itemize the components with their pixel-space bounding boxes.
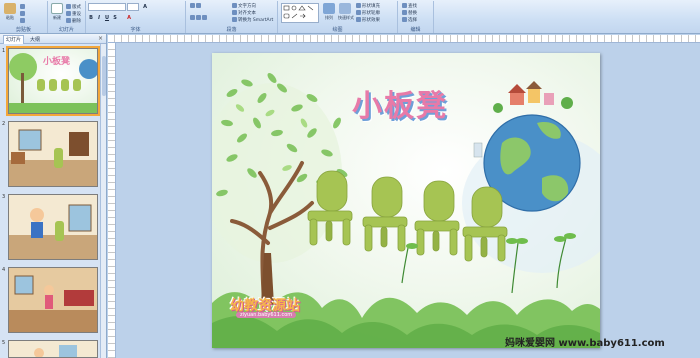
delete-button[interactable]: 删除 (66, 18, 81, 24)
layout-icon (66, 4, 71, 9)
reset-icon (66, 11, 71, 16)
underline-button[interactable]: U (104, 15, 110, 21)
paste-icon (4, 3, 16, 14)
brush-icon (20, 18, 25, 23)
font-name-dropdown[interactable] (88, 3, 126, 11)
slide-thumbnail[interactable]: 小板凳 (6, 46, 100, 116)
logo-url: ziyuan.baby611.com (236, 312, 297, 318)
thumbnail-scrollbar[interactable] (100, 44, 106, 358)
slide-3-preview (9, 195, 97, 259)
fill-icon (356, 3, 361, 8)
arrange-icon (323, 3, 335, 14)
paragraph-group: 文字方向 对齐文本 转换为 SmartArt 段落 (186, 1, 278, 33)
align-right-icon (202, 15, 207, 20)
grow-font-button[interactable]: A (142, 4, 148, 10)
drawing-group: 排列 快速样式 形状填充 形状轮廓 形状效果 绘图 (278, 1, 398, 33)
format-painter-button[interactable] (20, 18, 26, 24)
slide-4-preview (9, 268, 97, 332)
font-size-dropdown[interactable] (127, 3, 139, 11)
close-icon[interactable]: × (98, 35, 103, 42)
slide-5-preview (9, 341, 97, 357)
tab-outline[interactable]: 大纲 (30, 36, 40, 43)
quick-styles-icon (339, 3, 351, 14)
slides-pane: 幻灯片 大纲 × 1 小板凳 2 3 4 5 (0, 34, 107, 358)
select-button[interactable]: 选择 (402, 17, 417, 23)
smartart-icon (232, 17, 237, 22)
slide-1-preview: 小板凳 (9, 53, 97, 113)
scrollbar-thumb[interactable] (102, 56, 106, 96)
new-slide-icon (51, 3, 63, 14)
find-icon (402, 3, 407, 8)
slide-2-preview (9, 122, 97, 186)
italic-button[interactable]: I (96, 15, 102, 21)
font-group: A B I U S A 字体 (86, 1, 186, 33)
find-button[interactable]: 查找 (402, 3, 417, 9)
text-direction-icon (232, 3, 237, 8)
reset-button[interactable]: 重设 (66, 11, 81, 17)
slide-thumbnail[interactable] (8, 194, 98, 260)
ribbon: 粘贴 剪贴板 新建 版式 重设 删除 幻灯片 A B I U S A 字体 文字… (0, 0, 700, 34)
align-text-icon (232, 10, 237, 15)
copy-button[interactable] (20, 11, 26, 17)
font-color-button[interactable]: A (126, 15, 132, 21)
slide-thumbnail[interactable] (8, 267, 98, 333)
replace-button[interactable]: 替换 (402, 10, 417, 16)
cut-button[interactable] (20, 4, 26, 10)
shape-outline-button[interactable]: 形状轮廓 (356, 10, 380, 16)
arrange-button[interactable]: 排列 (322, 3, 336, 21)
copy-icon (20, 11, 25, 16)
bullets-icon (190, 3, 195, 8)
watermark: 妈咪爱婴网 www.baby611.com (505, 338, 665, 349)
slide-thumbnail[interactable] (8, 121, 98, 187)
shapes-icon (283, 5, 314, 19)
slides-group: 新建 版式 重设 删除 幻灯片 (48, 1, 86, 33)
align-text-button[interactable]: 对齐文本 (232, 10, 256, 16)
bullets-button[interactable] (190, 3, 202, 9)
bold-button[interactable]: B (88, 15, 94, 21)
effects-icon (356, 17, 361, 22)
align-center-icon (196, 15, 201, 20)
svg-text:小板凳: 小板凳 (42, 55, 71, 67)
shape-effects-button[interactable]: 形状效果 (356, 17, 380, 23)
editing-group: 查找 替换 选择 编辑 (398, 1, 434, 33)
align-buttons[interactable] (190, 15, 208, 21)
replace-icon (402, 10, 407, 15)
cut-icon (20, 4, 25, 9)
strike-button[interactable]: S (112, 15, 118, 21)
select-icon (402, 17, 407, 22)
layout-button[interactable]: 版式 (66, 4, 81, 10)
paste-button[interactable]: 粘贴 (3, 3, 17, 21)
numbering-icon (196, 3, 201, 8)
vertical-ruler (108, 43, 116, 358)
clipboard-group: 粘贴 剪贴板 (0, 1, 48, 33)
delete-icon (66, 18, 71, 23)
align-left-icon (190, 15, 195, 20)
outline-icon (356, 10, 361, 15)
slide-thumbnail[interactable] (8, 340, 98, 358)
pane-tabs: 幻灯片 大纲 × (0, 34, 106, 44)
slide-canvas[interactable]: 小板凳 幼教资源站 ziyuan.baby611.com (212, 53, 600, 348)
new-slide-button[interactable]: 新建 (50, 3, 64, 21)
convert-smartart-button[interactable]: 转换为 SmartArt (232, 17, 273, 23)
shapes-gallery[interactable] (281, 3, 319, 23)
horizontal-ruler (108, 35, 700, 43)
shape-fill-button[interactable]: 形状填充 (356, 3, 380, 9)
slide-title[interactable]: 小板凳 (352, 81, 448, 125)
text-direction-button[interactable]: 文字方向 (232, 3, 256, 9)
tab-slides[interactable]: 幻灯片 (3, 35, 25, 44)
quick-styles-button[interactable]: 快速样式 (338, 3, 354, 21)
